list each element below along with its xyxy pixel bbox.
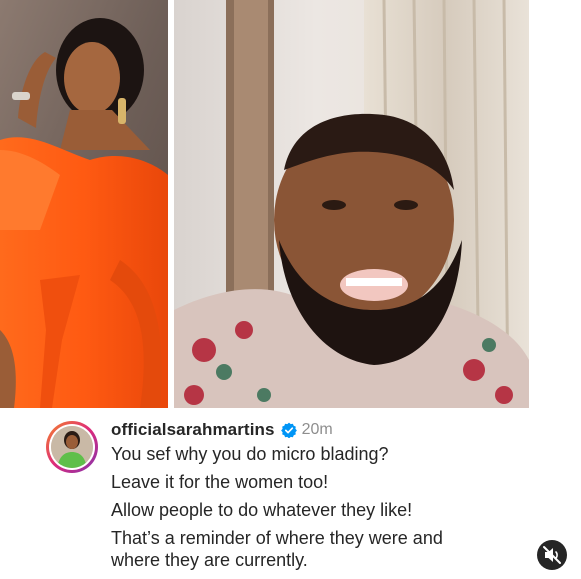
comment-line: That’s a reminder of where they were and… (111, 528, 443, 570)
verified-badge-icon (280, 422, 297, 438)
comment-line: Leave it for the women too! (111, 472, 329, 492)
comment-line: Allow people to do whatever they like! (111, 500, 413, 520)
post-media (0, 0, 581, 410)
username[interactable]: officialsarahmartins (111, 420, 275, 440)
muted-speaker-icon (543, 546, 561, 564)
photo-bearded-man (174, 0, 529, 408)
screenshot-frame: officialsarahmartins 20m You sef why you… (0, 0, 581, 579)
comment-block: officialsarahmartins 20m You sef why you… (0, 410, 581, 579)
mute-button[interactable] (537, 540, 567, 570)
avatar[interactable] (46, 421, 98, 473)
comment-timestamp: 20m (301, 421, 333, 438)
comment-text: You sef why you do micro blading? Leave … (111, 443, 551, 571)
photo-woman-orange-dress (0, 0, 168, 408)
avatar-ring-gap (49, 424, 95, 470)
comment-line: You sef why you do micro blading? (111, 444, 389, 464)
comment-header: officialsarahmartins 20m (111, 419, 333, 441)
avatar-image (51, 426, 93, 468)
